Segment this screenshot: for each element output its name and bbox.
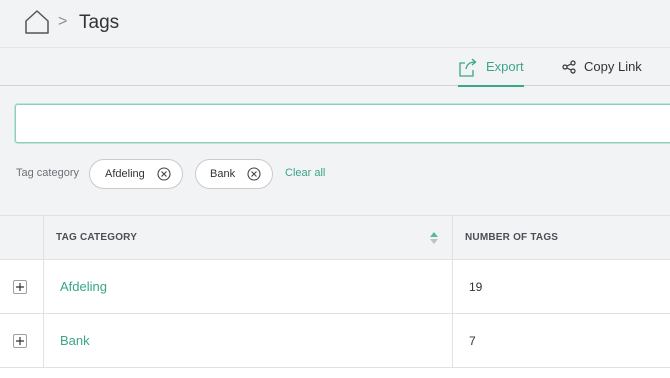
page-header: > Tags (0, 0, 670, 48)
tag-category-cell: Bank (44, 314, 453, 367)
tag-category-link[interactable]: Bank (60, 333, 90, 348)
expand-cell (0, 260, 44, 313)
toolbar: Export Copy Link (0, 48, 670, 87)
column-header-tag-category[interactable]: TAG CATEGORY (44, 216, 453, 260)
number-of-tags-value: 7 (469, 334, 476, 348)
column-header-number-of-tags: NUMBER OF TAGS (453, 216, 670, 260)
filter-label: Tag category (16, 167, 79, 179)
expand-column-header (0, 216, 44, 260)
expand-row-button[interactable] (13, 334, 27, 348)
column-header-label: NUMBER OF TAGS (465, 232, 559, 243)
export-label: Export (486, 59, 524, 74)
tag-category-link[interactable]: Afdeling (60, 279, 107, 294)
share-icon (562, 60, 576, 74)
close-circle-icon[interactable] (157, 167, 171, 181)
tags-table: TAG CATEGORY NUMBER OF TAGS Afdeling 19 (0, 215, 670, 378)
filter-chip-afdeling[interactable]: Afdeling (89, 159, 183, 189)
column-header-label: TAG CATEGORY (56, 232, 138, 243)
home-icon[interactable] (24, 9, 50, 35)
table-row: Afdeling 19 (0, 260, 670, 314)
breadcrumb-separator: > (58, 13, 68, 30)
search-input[interactable] (15, 104, 670, 143)
sort-icon[interactable] (429, 231, 439, 245)
table-row: Bank 7 (0, 314, 670, 368)
copy-link-button[interactable]: Copy Link (562, 48, 670, 86)
tag-category-cell: Afdeling (44, 260, 453, 313)
filter-chip-bank[interactable]: Bank (195, 159, 273, 189)
export-button[interactable]: Export (458, 48, 524, 87)
filter-chip-label: Afdeling (105, 168, 145, 180)
number-of-tags-cell: 19 (453, 260, 670, 313)
page-title: Tags (79, 12, 120, 33)
number-of-tags-value: 19 (469, 280, 483, 294)
expand-row-button[interactable] (13, 280, 27, 294)
active-tab-indicator (458, 85, 524, 87)
expand-cell (0, 314, 44, 367)
copy-link-label: Copy Link (584, 59, 642, 74)
plus-icon (16, 337, 24, 345)
clear-all-link[interactable]: Clear all (285, 167, 325, 179)
filter-chip-label: Bank (210, 168, 236, 180)
export-icon (459, 58, 477, 77)
close-circle-icon[interactable] (247, 167, 261, 181)
number-of-tags-cell: 7 (453, 314, 670, 367)
plus-icon (16, 283, 24, 291)
